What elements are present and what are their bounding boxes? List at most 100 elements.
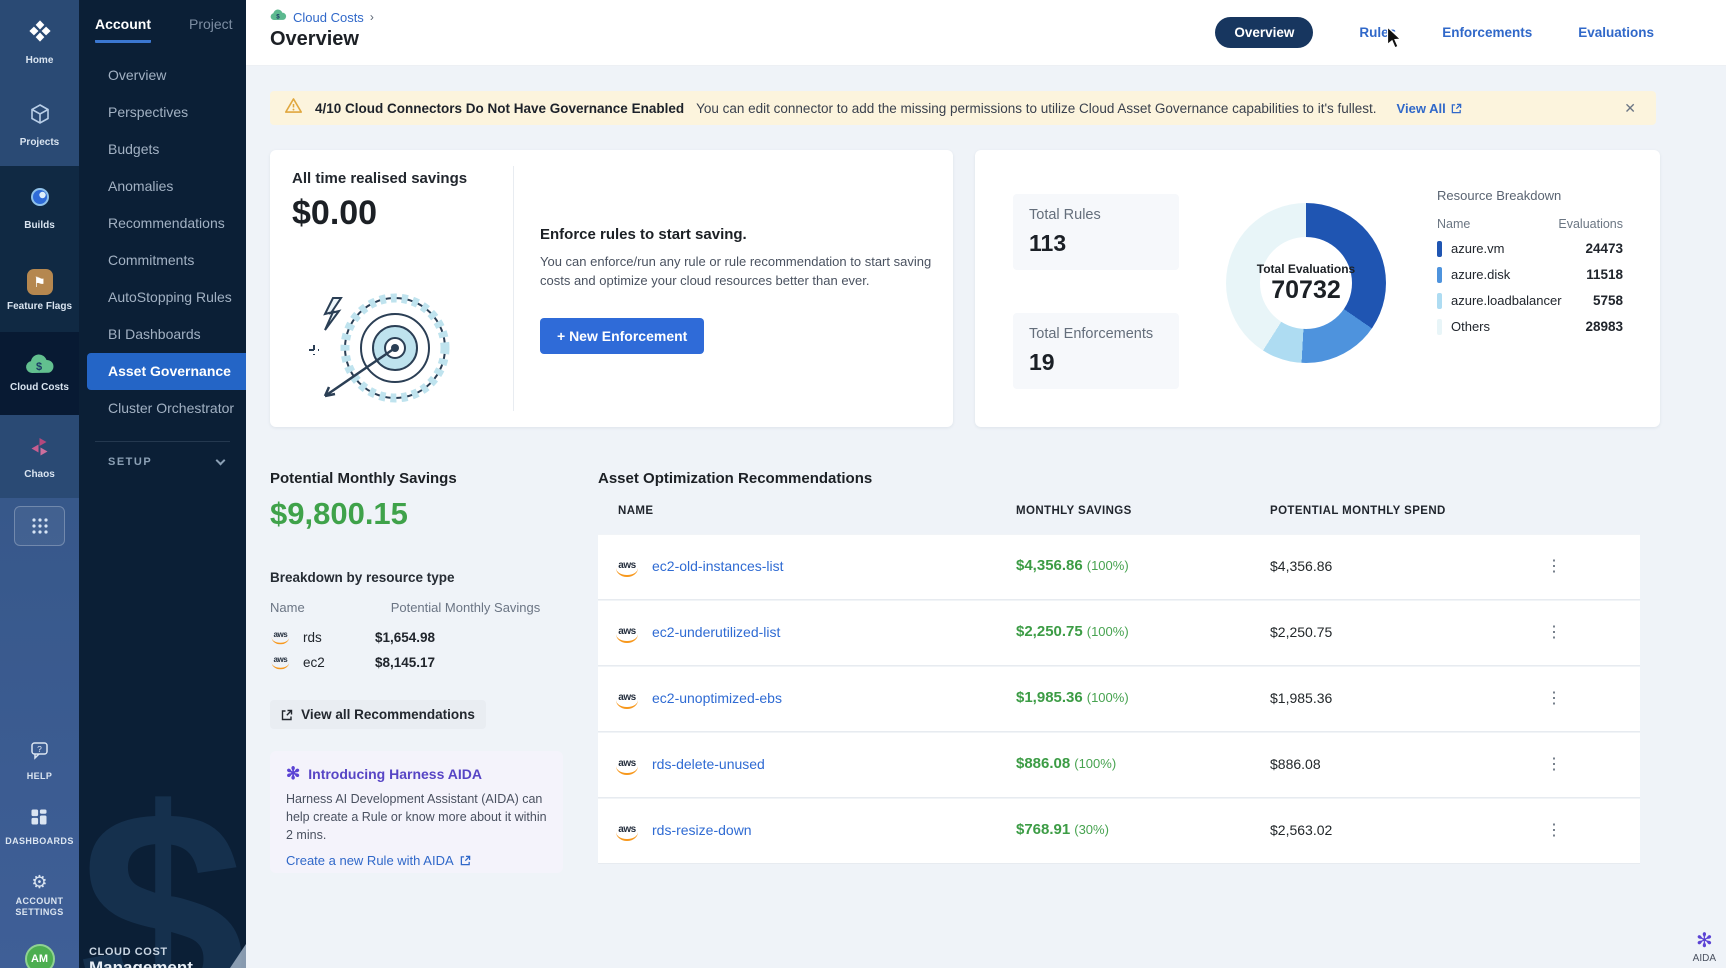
sidebar-menu-item[interactable]: Recommendations xyxy=(79,205,246,242)
tab-rules[interactable]: Rules xyxy=(1359,25,1396,40)
main-content: $ Cloud Costs › Overview Overview Rules … xyxy=(246,0,1726,968)
grid-dots-icon xyxy=(31,517,49,535)
recommendation-link[interactable]: ec2-unoptimized-ebs xyxy=(652,690,782,706)
sidebar-menu: Overview Perspectives Budgets Anomalies … xyxy=(79,57,246,427)
rail-item-feature-flags[interactable]: ⚑ Feature Flags xyxy=(0,249,79,332)
rail-item-builds[interactable]: Builds xyxy=(0,166,79,249)
breakdown-rows: aws rds $1,654.98 aws ec2 $8,145.17 xyxy=(270,625,560,675)
legend-row: azure.loadbalancer5758 xyxy=(1437,292,1623,309)
row-menu-button[interactable] xyxy=(1542,685,1566,713)
close-icon[interactable]: ✕ xyxy=(1618,98,1642,119)
setup-section-toggle[interactable]: SETUP xyxy=(79,442,246,468)
recommendation-link[interactable]: rds-resize-down xyxy=(652,822,752,838)
rail-label: Projects xyxy=(20,137,59,148)
sidebar-menu-item[interactable]: Commitments xyxy=(79,242,246,279)
sidebar-menu-item[interactable]: BI Dashboards xyxy=(79,316,246,353)
help-chat-icon: ? xyxy=(28,741,50,766)
monthly-savings-value: $4,356.86(100%) xyxy=(1016,557,1129,574)
row-menu-button[interactable] xyxy=(1542,751,1566,779)
dashboards-button[interactable]: DASHBOARDS xyxy=(5,808,74,847)
external-link-icon xyxy=(1451,103,1462,114)
module-footer-label: CLOUD COST Management xyxy=(89,946,193,968)
aida-floating-button[interactable]: ✻ AIDA xyxy=(1693,931,1716,964)
sidebar-menu-item[interactable]: Overview xyxy=(79,57,246,94)
sidebar-menu-item[interactable]: Cluster Orchestrator xyxy=(79,390,246,427)
warning-triangle-icon xyxy=(284,97,303,119)
row-menu-button[interactable] xyxy=(1542,553,1566,581)
rail-item-projects[interactable]: Projects xyxy=(0,83,79,166)
aida-description: Harness AI Development Assistant (AIDA) … xyxy=(286,790,547,844)
potential-savings-title: Potential Monthly Savings xyxy=(270,470,457,487)
sidebar-menu-item[interactable]: Perspectives xyxy=(79,94,246,131)
aida-flower-icon: ✻ xyxy=(1696,931,1713,951)
breakdown-row: aws rds $1,654.98 xyxy=(270,625,560,650)
recommendations-table: aws ec2-old-instances-list $4,356.86(100… xyxy=(598,534,1640,864)
tab-project[interactable]: Project xyxy=(189,16,233,43)
governance-warning-banner: 4/10 Cloud Connectors Do Not Have Govern… xyxy=(270,91,1656,125)
total-enforcements-label: Total Enforcements xyxy=(1029,326,1163,342)
recommendation-link[interactable]: ec2-underutilized-list xyxy=(652,624,780,640)
tab-overview[interactable]: Overview xyxy=(1215,17,1313,48)
user-avatar[interactable]: AM xyxy=(25,944,55,968)
tab-enforcements[interactable]: Enforcements xyxy=(1442,25,1532,40)
rail-label: Cloud Costs xyxy=(10,382,69,393)
breadcrumb-separator: › xyxy=(370,10,374,24)
rail-item-cloud-costs[interactable]: $ Cloud Costs xyxy=(0,332,79,415)
sidebar-menu-item[interactable]: Anomalies xyxy=(79,168,246,205)
realised-savings-label: All time realised savings xyxy=(292,170,467,187)
legend-value: 5758 xyxy=(1593,293,1623,308)
create-rule-with-aida-link[interactable]: Create a new Rule with AIDA xyxy=(286,853,547,868)
legend-title: Resource Breakdown xyxy=(1437,188,1623,203)
breadcrumb: $ Cloud Costs › xyxy=(270,9,374,25)
rail-item-chaos[interactable]: Chaos xyxy=(0,415,79,498)
rail-label: Chaos xyxy=(24,469,55,480)
recommendation-link[interactable]: rds-delete-unused xyxy=(652,756,765,772)
aida-promo-card: ✻ Introducing Harness AIDA Harness AI De… xyxy=(270,751,563,873)
sidebar-resize-handle[interactable] xyxy=(230,944,246,968)
tab-evaluations[interactable]: Evaluations xyxy=(1578,25,1654,40)
help-button[interactable]: ? HELP xyxy=(27,741,53,782)
row-menu-button[interactable] xyxy=(1542,619,1566,647)
evaluations-donut-chart: Total Evaluations 70732 xyxy=(1226,203,1386,363)
aida-float-label: AIDA xyxy=(1693,953,1716,964)
sidebar-menu-item[interactable]: Asset Governance xyxy=(87,353,246,390)
svg-text:?: ? xyxy=(38,744,43,754)
potential-spend-value: $2,250.75 xyxy=(1270,624,1332,640)
new-enforcement-button[interactable]: + New Enforcement xyxy=(540,318,704,354)
total-enforcements-value: 19 xyxy=(1029,349,1163,376)
feature-flags-icon: ⚑ xyxy=(27,269,53,295)
dashboards-icon xyxy=(30,808,48,831)
chevron-down-icon xyxy=(216,455,226,465)
donut-center-value: 70732 xyxy=(1271,276,1341,305)
cloud-costs-icon: $ xyxy=(270,9,287,25)
setup-label: SETUP xyxy=(108,456,152,468)
app-switcher-button[interactable] xyxy=(14,506,65,546)
harness-logo-icon xyxy=(27,18,53,49)
breadcrumb-cloud-costs[interactable]: Cloud Costs xyxy=(293,10,364,25)
aws-icon: aws xyxy=(614,758,640,776)
total-rules-label: Total Rules xyxy=(1029,207,1163,223)
account-settings-button[interactable]: ⚙ ACCOUNT SETTINGS xyxy=(15,873,63,918)
sidebar-menu-item[interactable]: Budgets xyxy=(79,131,246,168)
legend-color-swatch xyxy=(1437,319,1442,335)
realised-savings-value: $0.00 xyxy=(292,194,377,233)
legend-category: Others xyxy=(1451,319,1490,334)
table-row: aws ec2-old-instances-list $4,356.86(100… xyxy=(598,534,1640,600)
aws-icon: aws xyxy=(270,655,291,669)
recommendation-link[interactable]: ec2-old-instances-list xyxy=(652,558,784,574)
aws-icon: aws xyxy=(614,824,640,842)
monthly-savings-value: $768.91(30%) xyxy=(1016,821,1109,838)
row-menu-button[interactable] xyxy=(1542,817,1566,845)
legend-category: azure.disk xyxy=(1451,267,1510,282)
cube-icon xyxy=(28,102,52,131)
view-all-recommendations-button[interactable]: View all Recommendations xyxy=(270,700,486,729)
total-rules-value: 113 xyxy=(1029,230,1163,257)
sidebar-menu-item[interactable]: AutoStopping Rules xyxy=(79,279,246,316)
rail-item-home[interactable]: Home xyxy=(0,0,79,83)
tab-account[interactable]: Account xyxy=(95,16,151,43)
view-all-link[interactable]: View All xyxy=(1397,101,1462,116)
recommendations-title: Asset Optimization Recommendations xyxy=(598,470,872,487)
donut-center-label: Total Evaluations xyxy=(1257,262,1355,276)
module-rail: Home Projects Builds ⚑ Feature Flags $ C… xyxy=(0,0,79,968)
rail-label: Builds xyxy=(24,220,55,231)
